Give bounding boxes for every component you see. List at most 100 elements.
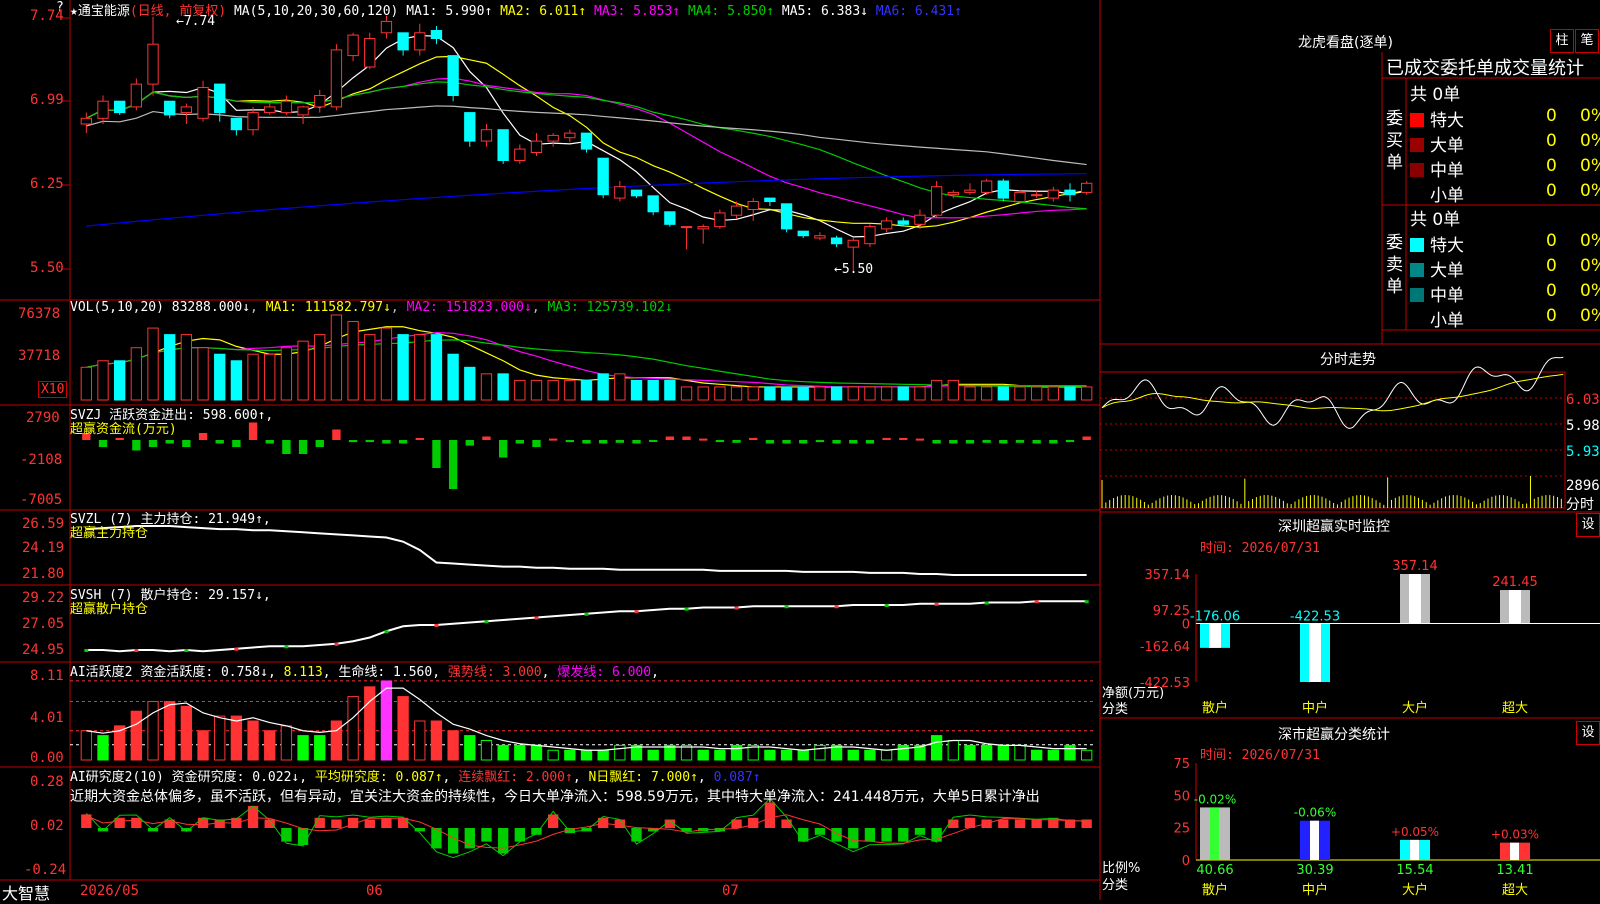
- ai-activity-bar: [814, 744, 826, 761]
- flow-bar: [749, 437, 758, 440]
- retail-holding-dot: [984, 601, 989, 605]
- volume-bar: [914, 386, 926, 401]
- candle-body: [314, 95, 326, 108]
- flow-bar: [148, 440, 158, 447]
- monitor-bar-label: -422.53: [1290, 609, 1340, 624]
- order-percent: 0%: [1580, 231, 1600, 251]
- candle-body: [630, 189, 643, 197]
- candle-body: [1047, 189, 1059, 199]
- sz-class-chart[interactable]: 75 50 25 0 -0.02% 40.66 散户 -0.06% 30.39 中户 +0.05% 1…: [1173, 757, 1600, 898]
- class-tick: 50: [1173, 789, 1190, 804]
- star-icon[interactable]: ★: [70, 4, 78, 19]
- ai-activity-bar: [580, 749, 593, 761]
- ai-research-bar: [481, 828, 492, 842]
- class-value-label: 15.54: [1396, 863, 1433, 878]
- order-count: 0: [1546, 231, 1557, 251]
- ai-research-bar: [497, 828, 509, 854]
- flow-bar: [415, 437, 424, 440]
- ai-research-bar: [864, 828, 876, 842]
- ai-res-tick-3: -0.24: [24, 862, 67, 878]
- bar-mode-button[interactable]: 柱: [1550, 29, 1574, 53]
- capital-flow-chart[interactable]: [82, 422, 1091, 490]
- ai-activity-bar: [797, 749, 809, 761]
- ai-activity-bar: [1064, 744, 1076, 761]
- ai-activity-bar: [314, 735, 326, 761]
- sz-monitor-chart[interactable]: -176.06 散户 -422.53 中户 357.14 大户 241.45 超大 357.14…: [1140, 559, 1600, 716]
- volume-bar: [847, 386, 859, 401]
- retail-holding-dot: [784, 605, 789, 609]
- intraday-chart[interactable]: [1101, 356, 1564, 508]
- retail-holding-chart[interactable]: [84, 600, 1089, 653]
- monitor-bar-label: 241.45: [1492, 575, 1538, 590]
- flow-bar: [115, 437, 124, 440]
- flow-bar: [448, 440, 458, 489]
- price-candlestick-chart[interactable]: [80, 15, 1093, 273]
- order-row-buy-0: 特大 0 0%: [1410, 106, 1600, 131]
- svsh-tick-1: 29.22: [22, 590, 65, 606]
- volume-chart[interactable]: [80, 314, 1093, 401]
- lhb-heading: 已成交委托单成交量统计: [1386, 58, 1584, 79]
- retail-holding-dot: [684, 607, 689, 611]
- tick-mode-button[interactable]: 笔: [1575, 29, 1599, 53]
- flow-bar: [632, 440, 641, 444]
- sz-monitor-time: 时间: 2026/07/31: [1200, 541, 1320, 556]
- order-type: 大单: [1430, 136, 1464, 156]
- flow-bar: [799, 440, 808, 444]
- ai-research-bar: [1031, 819, 1042, 828]
- retail-holding-dot: [584, 612, 589, 616]
- svzj-tick-3: -7005: [20, 492, 63, 508]
- volume-bar: [664, 379, 676, 401]
- volume-bar: [314, 334, 326, 401]
- volume-bar: [97, 360, 109, 401]
- volume-bar: [330, 314, 343, 401]
- class-change-label: +0.05%: [1391, 825, 1439, 839]
- volume-bar: [230, 360, 243, 401]
- low-annotation: ←5.50: [834, 262, 874, 277]
- volume-bar: [597, 373, 609, 401]
- order-swatch: [1410, 188, 1424, 202]
- ai-res-summary: 近期大资金总体偏多，虽不活跃，但有异动，宜关注大资金的持续性，今日大单净流入：5…: [70, 789, 1040, 805]
- ai-res-tick-2: 0.02: [30, 818, 64, 834]
- sz-class-settings-button[interactable]: 设: [1576, 721, 1600, 745]
- retail-holding-dot: [184, 649, 189, 652]
- retail-holding-dot: [1034, 600, 1039, 604]
- flow-bar: [98, 440, 108, 447]
- ma3-value: MA3: 5.853↑: [594, 4, 681, 19]
- ai-research-chart[interactable]: [81, 797, 1092, 859]
- volume-bar: [547, 379, 559, 401]
- flow-bar: [548, 438, 558, 441]
- flow-bar: [482, 436, 491, 440]
- ai-activity-chart[interactable]: [70, 680, 1095, 761]
- ai-activity-bar: [647, 749, 659, 761]
- ai-activity-bar: [397, 696, 409, 761]
- vol-unit-badge[interactable]: X10: [38, 381, 68, 398]
- date-label-3: 07: [722, 883, 739, 899]
- ai-activity-bar: [164, 700, 176, 761]
- retail-holding-dot: [84, 649, 89, 652]
- volume-bar: [247, 353, 259, 401]
- monitor-category: 超大: [1502, 701, 1528, 716]
- class-category: 超大: [1502, 883, 1528, 898]
- volume-bar: [264, 353, 276, 401]
- main-holding-chart[interactable]: [86, 525, 1087, 576]
- ai-activity-bar: [764, 749, 776, 761]
- volume-bar: [880, 386, 893, 401]
- ai-activity-bar: [330, 720, 343, 761]
- flow-bar: [182, 440, 191, 447]
- order-swatch: [1410, 313, 1424, 327]
- flow-bar: [465, 440, 474, 446]
- order-count: 0: [1546, 156, 1557, 176]
- order-percent: 0%: [1580, 281, 1600, 301]
- volume-bar: [1080, 386, 1093, 401]
- ai-research-bar: [848, 828, 859, 849]
- class-change-label: -0.06%: [1294, 806, 1336, 820]
- volume-bar: [997, 386, 1009, 401]
- flow-bar: [432, 440, 441, 468]
- buy-total: 共 0单: [1410, 85, 1461, 105]
- volume-bar: [964, 386, 976, 401]
- sz-monitor-settings-button[interactable]: 设: [1576, 513, 1600, 537]
- class-category: 大户: [1402, 882, 1428, 898]
- candle-body: [714, 212, 726, 228]
- svsh-tick-2: 27.05: [22, 616, 65, 632]
- candle-body: [1030, 194, 1043, 197]
